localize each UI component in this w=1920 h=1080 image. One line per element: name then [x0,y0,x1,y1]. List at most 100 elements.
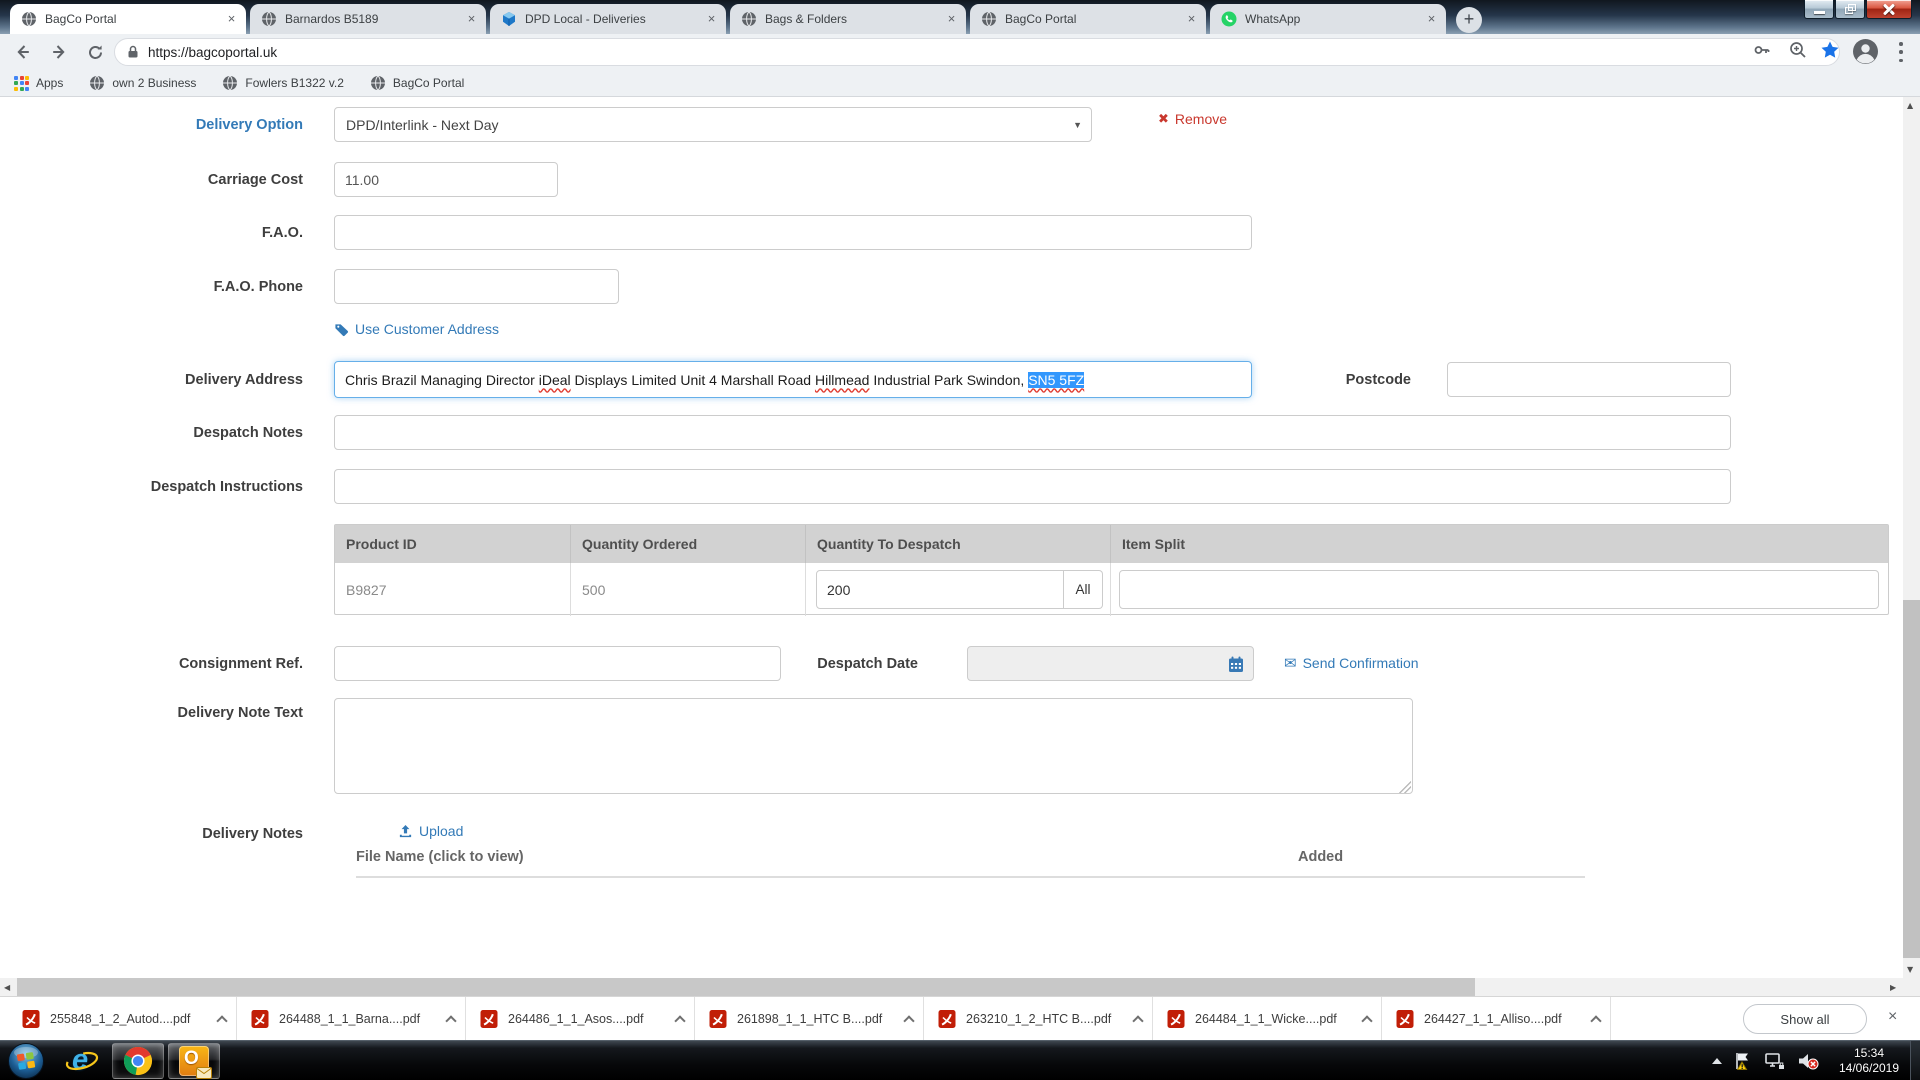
delivery-option-select[interactable]: DPD/Interlink - Next Day ▼ [334,107,1092,142]
bookmark-star-icon[interactable] [1820,40,1840,65]
download-menu-caret-icon[interactable] [445,1015,456,1026]
download-menu-caret-icon[interactable] [216,1015,227,1026]
download-item[interactable]: 261898_1_1_HTC B....pdf [695,997,924,1041]
show-all-button[interactable]: Show all [1743,1004,1867,1034]
back-button[interactable] [10,39,36,65]
minimize-button[interactable] [1804,0,1834,19]
despatch-instructions-input[interactable] [334,469,1731,504]
tab-close-icon[interactable]: × [1183,11,1200,28]
scroll-up-icon[interactable]: ▲ [1907,101,1913,110]
download-item[interactable]: 264486_1_1_Asos....pdf [466,997,695,1041]
apps-shortcut[interactable]: Apps [14,76,63,91]
bookmark-own2business[interactable]: own 2 Business [89,75,196,91]
internet-explorer-icon: e [65,1044,99,1078]
tab-close-icon[interactable]: × [703,11,720,28]
hidden-icons-caret[interactable] [1712,1058,1722,1064]
forward-button[interactable] [46,39,72,65]
volume-muted-icon[interactable] [1797,1052,1819,1070]
tab-close-icon[interactable]: × [463,11,480,28]
tab-bags-folders[interactable]: Bags & Folders × [730,4,966,34]
upload-link[interactable]: Upload [398,823,463,839]
despatch-date-label: Despatch Date [658,656,918,672]
delivery-option-value: DPD/Interlink - Next Day [346,117,498,133]
new-tab-button[interactable]: + [1456,7,1482,33]
consignment-ref-label: Consignment Ref. [43,656,303,672]
password-key-icon[interactable] [1752,40,1772,65]
item-split-input[interactable] [1119,570,1879,609]
all-button[interactable]: All [1064,570,1103,609]
tab-dpd-local[interactable]: DPD Local - Deliveries × [490,4,726,34]
outlook-icon: O [179,1046,209,1076]
remove-button[interactable]: ✖ Remove [1158,111,1227,127]
calendar-icon[interactable] [1228,656,1244,673]
tab-close-icon[interactable]: × [1423,11,1440,28]
address-bar[interactable]: https://bagcoportal.uk [114,38,1840,66]
browser-menu-icon[interactable] [1898,42,1904,62]
download-menu-caret-icon[interactable] [674,1015,685,1026]
download-menu-caret-icon[interactable] [1590,1015,1601,1026]
tab-bagco-portal-1[interactable]: BagCo Portal × [10,4,246,34]
download-item[interactable]: 264488_1_1_Barna....pdf [237,997,466,1041]
fao-phone-input[interactable] [334,269,619,304]
quantity-to-despatch-input[interactable] [816,570,1064,609]
restore-button[interactable] [1835,0,1865,19]
vertical-scroll-thumb[interactable] [1903,600,1920,958]
tab-title: BagCo Portal [45,12,215,26]
download-menu-caret-icon[interactable] [1132,1015,1143,1026]
download-menu-caret-icon[interactable] [903,1015,914,1026]
download-filename: 261898_1_1_HTC B....pdf [737,1012,896,1026]
zoom-icon[interactable] [1788,40,1808,65]
tab-bagco-portal-2[interactable]: BagCo Portal × [970,4,1206,34]
download-item[interactable]: 263210_1_2_HTC B....pdf [924,997,1153,1041]
horizontal-scrollbar[interactable]: ◀ ▶ [0,978,1903,996]
download-item[interactable]: 264427_1_1_Alliso....pdf [1382,997,1611,1041]
show-desktop-button[interactable] [1910,1041,1920,1080]
scroll-right-icon[interactable]: ▶ [1890,983,1896,992]
despatch-notes-input[interactable] [334,415,1731,450]
apps-label: Apps [36,76,63,90]
browser-toolbar: https://bagcoportal.uk [0,34,1920,70]
close-button[interactable] [1866,0,1912,19]
resize-handle[interactable] [1399,781,1411,793]
despatch-date-input[interactable] [967,646,1254,681]
tab-close-icon[interactable]: × [943,11,960,28]
horizontal-scroll-thumb[interactable] [17,978,1475,996]
use-customer-address-link[interactable]: Use Customer Address [334,321,499,337]
delivery-address-input[interactable]: Chris Brazil Managing Director iDeal Dis… [334,361,1252,398]
tag-icon [334,322,349,337]
downloads-bar-close-icon[interactable]: × [1888,1008,1897,1026]
scroll-left-icon[interactable]: ◀ [4,983,10,992]
taskbar-clock[interactable]: 15:34 14/06/2019 [1830,1046,1908,1076]
send-confirmation-link[interactable]: ✉ Send Confirmation [1284,654,1419,672]
network-icon[interactable] [1764,1052,1786,1070]
download-item[interactable]: 264484_1_1_Wicke....pdf [1153,997,1382,1041]
action-center-flag-icon[interactable] [1733,1051,1753,1071]
delivery-note-text-area[interactable] [334,698,1413,794]
postcode-input[interactable] [1447,362,1731,397]
bookmark-bagco-portal[interactable]: BagCo Portal [370,75,464,91]
tab-close-icon[interactable]: × [223,11,240,28]
window-titlebar: BagCo Portal × Barnardos B5189 × DPD Loc… [0,0,1920,34]
taskbar-ie-button[interactable]: e [56,1043,108,1079]
fao-input[interactable] [334,215,1252,250]
pdf-icon [479,1009,499,1029]
address-text-misspelled: iDeal [539,372,571,388]
start-button[interactable] [0,1042,52,1080]
select-caret-icon: ▼ [1073,120,1082,130]
vertical-scrollbar[interactable]: ▲ ▼ [1903,97,1920,978]
tab-whatsapp[interactable]: WhatsApp × [1210,4,1446,34]
remove-label: Remove [1175,111,1227,127]
download-item[interactable]: 255848_1_2_Autod....pdf [8,997,237,1041]
bookmark-fowlers[interactable]: Fowlers B1322 v.2 [222,75,344,91]
postcode-label: Postcode [1151,372,1411,388]
profile-avatar[interactable] [1852,38,1879,65]
carriage-cost-input[interactable] [334,162,558,197]
taskbar-chrome-button[interactable] [112,1043,164,1079]
tab-barnardos[interactable]: Barnardos B5189 × [250,4,486,34]
upload-icon [398,824,413,839]
use-customer-address-label: Use Customer Address [355,321,499,337]
scroll-down-icon[interactable]: ▼ [1907,965,1913,974]
taskbar-outlook-button[interactable]: O [168,1043,220,1079]
reload-button[interactable] [82,39,108,65]
download-menu-caret-icon[interactable] [1361,1015,1372,1026]
